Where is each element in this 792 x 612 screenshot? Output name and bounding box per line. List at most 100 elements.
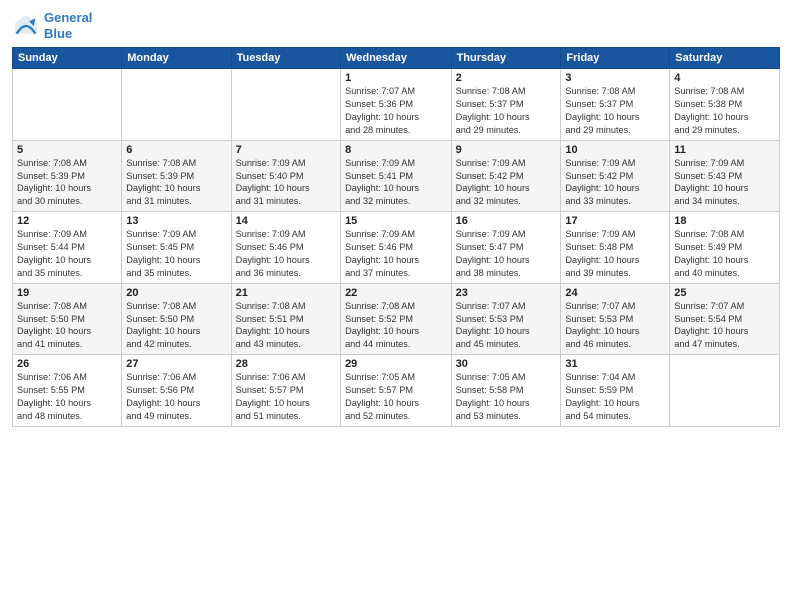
header: GeneralBlue: [12, 10, 780, 41]
day-cell: 22Sunrise: 7:08 AM Sunset: 5:52 PM Dayli…: [341, 283, 452, 355]
day-info: Sunrise: 7:08 AM Sunset: 5:37 PM Dayligh…: [456, 85, 557, 137]
day-number: 27: [126, 358, 226, 370]
day-number: 17: [565, 215, 665, 227]
day-info: Sunrise: 7:04 AM Sunset: 5:59 PM Dayligh…: [565, 371, 665, 423]
weekday-header-row: SundayMondayTuesdayWednesdayThursdayFrid…: [13, 48, 780, 69]
day-info: Sunrise: 7:09 AM Sunset: 5:48 PM Dayligh…: [565, 228, 665, 280]
day-info: Sunrise: 7:08 AM Sunset: 5:39 PM Dayligh…: [17, 157, 117, 209]
day-cell: 26Sunrise: 7:06 AM Sunset: 5:55 PM Dayli…: [13, 355, 122, 427]
day-number: 5: [17, 144, 117, 156]
week-row-1: 1Sunrise: 7:07 AM Sunset: 5:36 PM Daylig…: [13, 69, 780, 141]
logo-text: GeneralBlue: [44, 10, 92, 41]
day-cell: 19Sunrise: 7:08 AM Sunset: 5:50 PM Dayli…: [13, 283, 122, 355]
day-number: 29: [345, 358, 447, 370]
day-info: Sunrise: 7:07 AM Sunset: 5:53 PM Dayligh…: [565, 300, 665, 352]
day-info: Sunrise: 7:08 AM Sunset: 5:50 PM Dayligh…: [17, 300, 117, 352]
calendar: SundayMondayTuesdayWednesdayThursdayFrid…: [12, 47, 780, 427]
week-row-3: 12Sunrise: 7:09 AM Sunset: 5:44 PM Dayli…: [13, 212, 780, 284]
day-cell: 10Sunrise: 7:09 AM Sunset: 5:42 PM Dayli…: [561, 140, 670, 212]
day-cell: 14Sunrise: 7:09 AM Sunset: 5:46 PM Dayli…: [231, 212, 340, 284]
day-info: Sunrise: 7:06 AM Sunset: 5:55 PM Dayligh…: [17, 371, 117, 423]
day-number: 10: [565, 144, 665, 156]
day-cell: 23Sunrise: 7:07 AM Sunset: 5:53 PM Dayli…: [451, 283, 561, 355]
day-number: 3: [565, 72, 665, 84]
day-cell: 12Sunrise: 7:09 AM Sunset: 5:44 PM Dayli…: [13, 212, 122, 284]
day-cell: 20Sunrise: 7:08 AM Sunset: 5:50 PM Dayli…: [122, 283, 231, 355]
day-info: Sunrise: 7:09 AM Sunset: 5:45 PM Dayligh…: [126, 228, 226, 280]
day-number: 4: [674, 72, 775, 84]
day-number: 19: [17, 287, 117, 299]
day-info: Sunrise: 7:09 AM Sunset: 5:41 PM Dayligh…: [345, 157, 447, 209]
day-number: 11: [674, 144, 775, 156]
page: GeneralBlue SundayMondayTuesdayWednesday…: [0, 0, 792, 612]
day-cell: 8Sunrise: 7:09 AM Sunset: 5:41 PM Daylig…: [341, 140, 452, 212]
day-cell: 24Sunrise: 7:07 AM Sunset: 5:53 PM Dayli…: [561, 283, 670, 355]
day-number: 13: [126, 215, 226, 227]
day-cell: 21Sunrise: 7:08 AM Sunset: 5:51 PM Dayli…: [231, 283, 340, 355]
logo: GeneralBlue: [12, 10, 92, 41]
day-info: Sunrise: 7:08 AM Sunset: 5:50 PM Dayligh…: [126, 300, 226, 352]
day-info: Sunrise: 7:09 AM Sunset: 5:42 PM Dayligh…: [565, 157, 665, 209]
day-number: 18: [674, 215, 775, 227]
day-cell: 28Sunrise: 7:06 AM Sunset: 5:57 PM Dayli…: [231, 355, 340, 427]
day-cell: 13Sunrise: 7:09 AM Sunset: 5:45 PM Dayli…: [122, 212, 231, 284]
week-row-4: 19Sunrise: 7:08 AM Sunset: 5:50 PM Dayli…: [13, 283, 780, 355]
day-info: Sunrise: 7:08 AM Sunset: 5:37 PM Dayligh…: [565, 85, 665, 137]
day-cell: [122, 69, 231, 141]
day-cell: 18Sunrise: 7:08 AM Sunset: 5:49 PM Dayli…: [670, 212, 780, 284]
day-info: Sunrise: 7:09 AM Sunset: 5:47 PM Dayligh…: [456, 228, 557, 280]
day-cell: 7Sunrise: 7:09 AM Sunset: 5:40 PM Daylig…: [231, 140, 340, 212]
day-number: 31: [565, 358, 665, 370]
day-cell: 29Sunrise: 7:05 AM Sunset: 5:57 PM Dayli…: [341, 355, 452, 427]
day-number: 25: [674, 287, 775, 299]
day-cell: 27Sunrise: 7:06 AM Sunset: 5:56 PM Dayli…: [122, 355, 231, 427]
day-info: Sunrise: 7:06 AM Sunset: 5:56 PM Dayligh…: [126, 371, 226, 423]
day-cell: 31Sunrise: 7:04 AM Sunset: 5:59 PM Dayli…: [561, 355, 670, 427]
day-number: 30: [456, 358, 557, 370]
day-info: Sunrise: 7:06 AM Sunset: 5:57 PM Dayligh…: [236, 371, 336, 423]
day-info: Sunrise: 7:09 AM Sunset: 5:46 PM Dayligh…: [236, 228, 336, 280]
weekday-header-wednesday: Wednesday: [341, 48, 452, 69]
day-info: Sunrise: 7:09 AM Sunset: 5:44 PM Dayligh…: [17, 228, 117, 280]
day-info: Sunrise: 7:08 AM Sunset: 5:51 PM Dayligh…: [236, 300, 336, 352]
day-cell: 1Sunrise: 7:07 AM Sunset: 5:36 PM Daylig…: [341, 69, 452, 141]
day-number: 8: [345, 144, 447, 156]
day-info: Sunrise: 7:08 AM Sunset: 5:39 PM Dayligh…: [126, 157, 226, 209]
day-info: Sunrise: 7:08 AM Sunset: 5:52 PM Dayligh…: [345, 300, 447, 352]
day-number: 23: [456, 287, 557, 299]
week-row-2: 5Sunrise: 7:08 AM Sunset: 5:39 PM Daylig…: [13, 140, 780, 212]
day-number: 24: [565, 287, 665, 299]
day-cell: 2Sunrise: 7:08 AM Sunset: 5:37 PM Daylig…: [451, 69, 561, 141]
day-number: 28: [236, 358, 336, 370]
day-cell: 30Sunrise: 7:05 AM Sunset: 5:58 PM Dayli…: [451, 355, 561, 427]
day-info: Sunrise: 7:05 AM Sunset: 5:58 PM Dayligh…: [456, 371, 557, 423]
day-info: Sunrise: 7:09 AM Sunset: 5:42 PM Dayligh…: [456, 157, 557, 209]
logo-icon: [12, 12, 40, 40]
week-row-5: 26Sunrise: 7:06 AM Sunset: 5:55 PM Dayli…: [13, 355, 780, 427]
day-number: 20: [126, 287, 226, 299]
day-info: Sunrise: 7:08 AM Sunset: 5:38 PM Dayligh…: [674, 85, 775, 137]
day-info: Sunrise: 7:07 AM Sunset: 5:53 PM Dayligh…: [456, 300, 557, 352]
day-cell: 6Sunrise: 7:08 AM Sunset: 5:39 PM Daylig…: [122, 140, 231, 212]
day-info: Sunrise: 7:07 AM Sunset: 5:36 PM Dayligh…: [345, 85, 447, 137]
weekday-header-saturday: Saturday: [670, 48, 780, 69]
day-cell: 15Sunrise: 7:09 AM Sunset: 5:46 PM Dayli…: [341, 212, 452, 284]
day-info: Sunrise: 7:05 AM Sunset: 5:57 PM Dayligh…: [345, 371, 447, 423]
day-info: Sunrise: 7:09 AM Sunset: 5:40 PM Dayligh…: [236, 157, 336, 209]
day-number: 7: [236, 144, 336, 156]
day-cell: 17Sunrise: 7:09 AM Sunset: 5:48 PM Dayli…: [561, 212, 670, 284]
day-cell: 25Sunrise: 7:07 AM Sunset: 5:54 PM Dayli…: [670, 283, 780, 355]
day-number: 1: [345, 72, 447, 84]
day-cell: 5Sunrise: 7:08 AM Sunset: 5:39 PM Daylig…: [13, 140, 122, 212]
weekday-header-tuesday: Tuesday: [231, 48, 340, 69]
weekday-header-thursday: Thursday: [451, 48, 561, 69]
weekday-header-sunday: Sunday: [13, 48, 122, 69]
day-number: 21: [236, 287, 336, 299]
day-cell: 3Sunrise: 7:08 AM Sunset: 5:37 PM Daylig…: [561, 69, 670, 141]
day-info: Sunrise: 7:07 AM Sunset: 5:54 PM Dayligh…: [674, 300, 775, 352]
weekday-header-friday: Friday: [561, 48, 670, 69]
day-number: 2: [456, 72, 557, 84]
day-cell: [670, 355, 780, 427]
day-info: Sunrise: 7:09 AM Sunset: 5:46 PM Dayligh…: [345, 228, 447, 280]
day-number: 6: [126, 144, 226, 156]
